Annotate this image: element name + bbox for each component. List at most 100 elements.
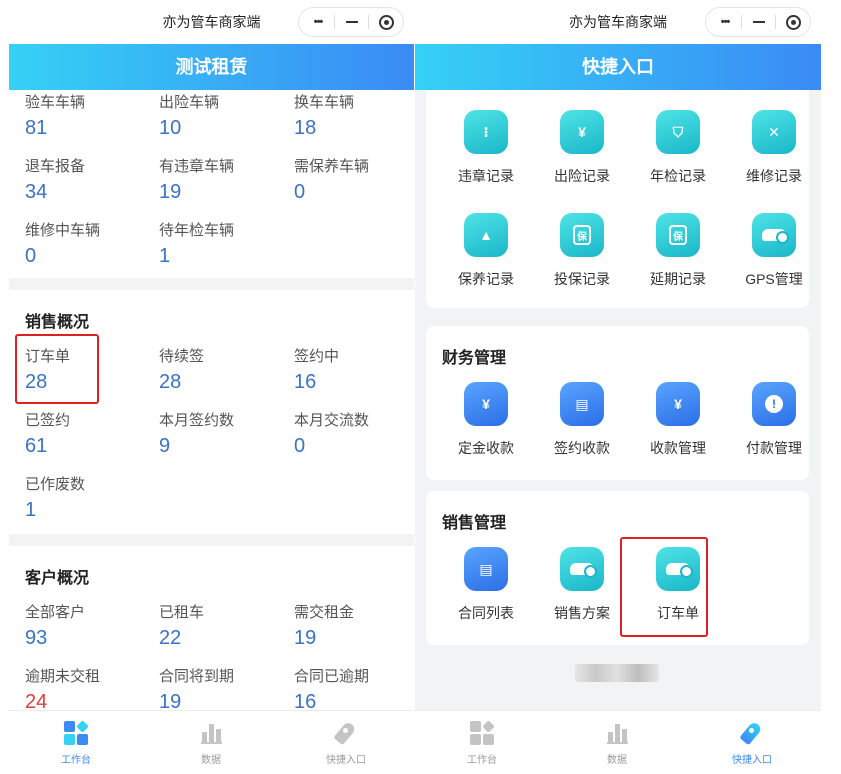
stat-item[interactable]: 退车报备 34	[25, 158, 155, 204]
close-miniprogram-button[interactable]	[776, 8, 810, 36]
shortcut-receipt-management[interactable]: ¥ 收款管理	[633, 382, 723, 458]
stat-value: 19	[159, 691, 182, 710]
shortcut-label: 延期记录	[650, 271, 706, 287]
stat-item[interactable]: 已签约 61	[25, 412, 155, 458]
stat-item[interactable]: 有违章车辆 19	[159, 158, 289, 204]
tab-workbench[interactable]: 工作台	[26, 719, 126, 766]
capsule-menu: •••	[705, 7, 811, 37]
shortcut-accident-records[interactable]: ¥ 出险记录	[537, 110, 627, 186]
workbench-screen: 亦为管车商家端 ••• 测试租赁 验车车辆 81 出险车辆 10 换车车辆 18 退车…	[9, 0, 414, 774]
tab-label: 数据	[201, 755, 221, 766]
vehicle-management-card: ⁝ 违章记录 ¥ 出险记录 ⛉ 年检记录 ✕ 维修记录 ▲ 保养记录 保 投保记…	[426, 90, 809, 308]
stat-label: 需保养车辆	[294, 158, 370, 175]
stat-value: 0	[25, 245, 37, 267]
minimize-button[interactable]	[335, 8, 369, 36]
mini-program-titlebar: 亦为管车商家端 •••	[415, 0, 821, 44]
stat-item[interactable]: 出险车辆 10	[159, 94, 289, 140]
more-dots-icon: •••	[720, 16, 731, 28]
stat-item[interactable]: 换车车辆 18	[294, 94, 414, 140]
stat-item[interactable]: 验车车辆 81	[25, 94, 155, 140]
minimize-button[interactable]	[742, 8, 776, 36]
stat-label: 本月交流数	[294, 412, 370, 429]
page-title: 快捷入口	[415, 44, 821, 90]
stat-label: 换车车辆	[294, 94, 355, 111]
more-menu-button[interactable]: •••	[301, 8, 335, 36]
shortcut-label: 销售方案	[554, 605, 610, 621]
shortcut-label: 保养记录	[458, 271, 514, 287]
stat-value: 22	[159, 627, 182, 649]
highlight-box	[620, 537, 708, 637]
tab-data[interactable]: 数据	[567, 719, 667, 766]
stat-value: 19	[294, 627, 317, 649]
repair-tools-icon: ✕	[752, 110, 796, 154]
tab-label: 数据	[607, 755, 627, 766]
more-menu-button[interactable]: •••	[708, 8, 742, 36]
shortcut-violation-records[interactable]: ⁝ 违章记录	[441, 110, 531, 186]
minus-icon	[346, 21, 358, 23]
stat-label: 退车报备	[25, 158, 86, 175]
stat-label: 已租车	[159, 604, 205, 621]
shortcut-maintenance-records[interactable]: ▲ 保养记录	[441, 213, 531, 289]
shortcuts-screen: 亦为管车商家端 ••• 快捷入口 ⁝ 违章记录 ¥ 出险记录 ⛉ 年检记录 ✕ …	[415, 0, 821, 774]
stat-value: 19	[159, 181, 182, 203]
stat-item[interactable]: 待年检车辆 1	[159, 222, 289, 268]
shortcut-payment-management[interactable]: ! 付款管理	[729, 382, 819, 458]
workbench-icon	[26, 719, 126, 747]
shortcut-contract-collection[interactable]: ▤ 签约收款	[537, 382, 627, 458]
stat-item[interactable]: 本月签约数 9	[159, 412, 289, 458]
close-miniprogram-button[interactable]	[369, 8, 403, 36]
data-chart-icon	[567, 719, 667, 747]
stat-label: 待年检车辆	[159, 222, 235, 239]
shortcut-deposit-collection[interactable]: ¥ 定金收款	[441, 382, 531, 458]
stat-value: 93	[25, 627, 48, 649]
blurred-footer-text	[575, 664, 659, 682]
tab-label: 工作台	[61, 755, 91, 766]
shortcut-gps-management[interactable]: GPS管理	[729, 213, 819, 289]
stat-value: 81	[25, 117, 48, 139]
stat-item[interactable]: 全部客户 93	[25, 604, 155, 650]
shortcut-contract-list[interactable]: ▤ 合同列表	[441, 547, 531, 623]
accident-icon: ¥	[560, 110, 604, 154]
shortcut-repair-records[interactable]: ✕ 维修记录	[729, 110, 819, 186]
stat-item[interactable]: 维修中车辆 0	[25, 222, 155, 268]
stat-label: 合同已逾期	[294, 668, 370, 685]
stat-value: 61	[25, 435, 48, 457]
stat-label: 本月签约数	[159, 412, 235, 429]
shortcut-label: 付款管理	[746, 440, 802, 456]
capsule-menu: •••	[298, 7, 404, 37]
stat-item[interactable]: 已作废数 1	[25, 476, 155, 522]
section-title: 财务管理	[442, 350, 507, 367]
tab-workbench[interactable]: 工作台	[432, 719, 532, 766]
shortcut-label: 签约收款	[554, 440, 610, 456]
sales-overview-card: 销售概况 订车单 28 待续签 28 签约中 16 已签约 61 本月签约数 9 本月交流…	[9, 290, 414, 534]
stat-item[interactable]: 合同将到期 19	[159, 668, 289, 710]
stat-item[interactable]: 需交租金 19	[294, 604, 414, 650]
oil-can-icon: ▲	[464, 213, 508, 257]
shortcut-extension-records[interactable]: 保 延期记录	[633, 213, 723, 289]
more-dots-icon: •••	[313, 16, 324, 28]
target-icon	[378, 14, 394, 30]
stat-item[interactable]: 本月交流数 0	[294, 412, 414, 458]
stat-value: 1	[159, 245, 171, 267]
stat-label: 合同将到期	[159, 668, 235, 685]
stat-item[interactable]: 已租车 22	[159, 604, 289, 650]
shortcut-sales-plan[interactable]: 销售方案	[537, 547, 627, 623]
stat-item[interactable]: 待续签 28	[159, 348, 289, 394]
stat-item[interactable]: 需保养车辆 0	[294, 158, 414, 204]
stat-item[interactable]: 逾期未交租 24	[25, 668, 155, 710]
stat-item[interactable]: 合同已逾期 16	[294, 668, 414, 710]
tab-shortcuts[interactable]: 快捷入口	[296, 719, 396, 766]
stat-value: 18	[294, 117, 317, 139]
stat-value: 16	[294, 691, 317, 710]
stat-item[interactable]: 签约中 16	[294, 348, 414, 394]
shortcut-label: 年检记录	[650, 168, 706, 184]
stat-label: 待续签	[159, 348, 205, 365]
customer-overview-card: 客户概况 全部客户 93 已租车 22 需交租金 19 逾期未交租 24 合同将到期 19…	[9, 546, 414, 710]
shortcut-inspection-records[interactable]: ⛉ 年检记录	[633, 110, 723, 186]
section-title: 客户概况	[25, 570, 90, 587]
tab-data[interactable]: 数据	[161, 719, 261, 766]
tab-shortcuts[interactable]: 快捷入口	[702, 719, 802, 766]
shortcut-insurance-records[interactable]: 保 投保记录	[537, 213, 627, 289]
stat-label: 有违章车辆	[159, 158, 235, 175]
tab-bar: 工作台 数据 快捷入口	[9, 710, 414, 774]
